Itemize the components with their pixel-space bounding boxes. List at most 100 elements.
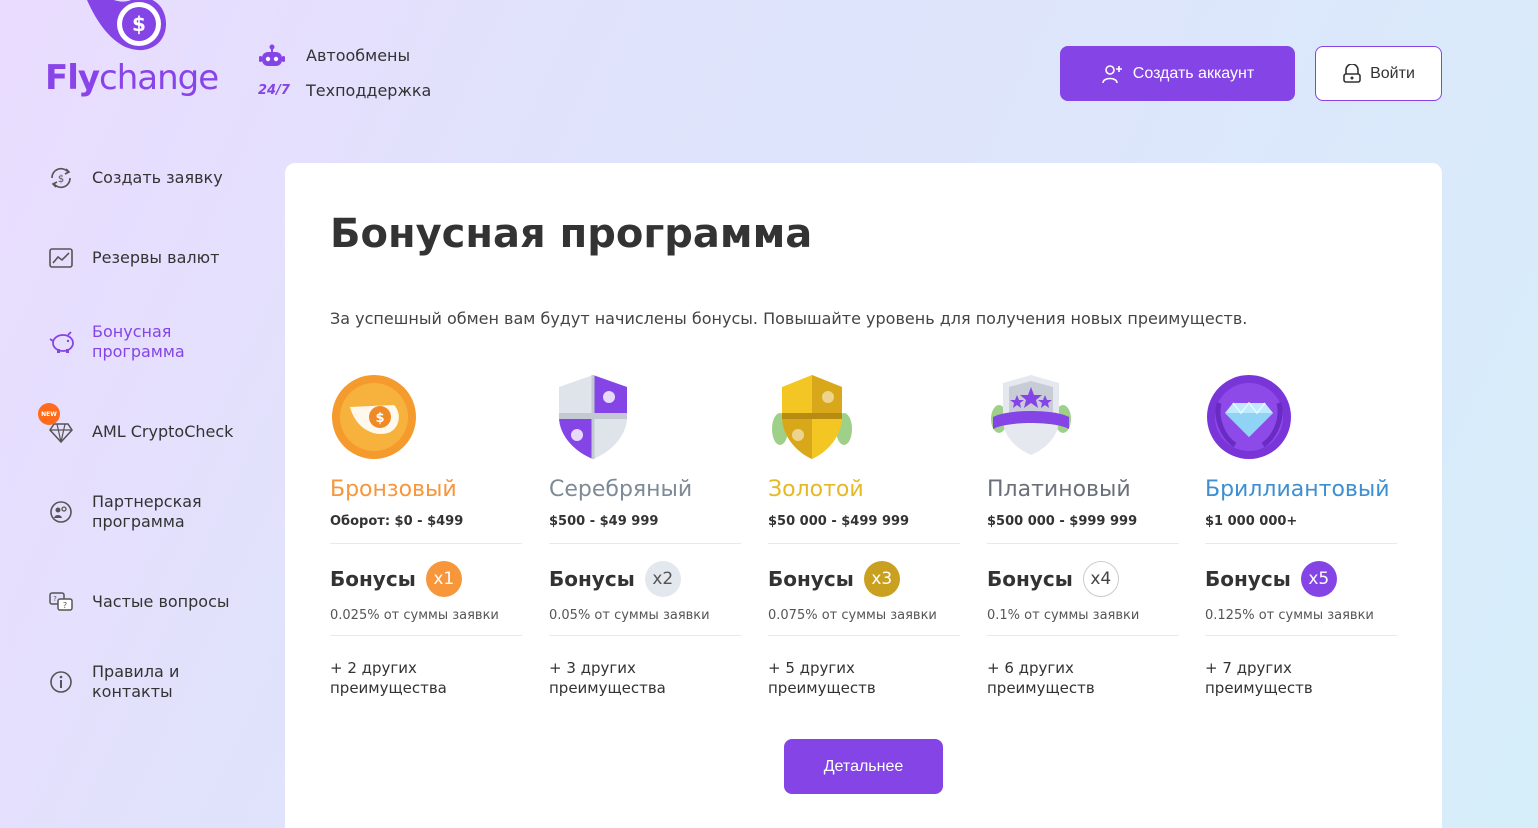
tier-name: Бриллиантовый bbox=[1205, 477, 1390, 502]
divider bbox=[549, 543, 741, 544]
silver-shield-icon bbox=[559, 375, 627, 459]
svg-text:$: $ bbox=[132, 12, 146, 36]
sidebar-item-create-request[interactable]: $ Создать заявку bbox=[48, 163, 258, 193]
bonus-label: Бонусы bbox=[549, 567, 635, 591]
login-button[interactable]: Войти bbox=[1315, 46, 1442, 101]
tier-name: Бронзовый bbox=[330, 477, 457, 502]
divider bbox=[330, 543, 522, 544]
bonus-row: Бонусы x3 bbox=[768, 560, 963, 598]
bonus-label: Бонусы bbox=[768, 567, 854, 591]
support-link[interactable]: 24/7 Техподдержка bbox=[258, 73, 431, 108]
bonus-panel: Бонусная программа За успешный обмен вам… bbox=[285, 163, 1442, 828]
sidebar-item-faq[interactable]: ? ? Частые вопросы bbox=[48, 587, 258, 617]
tier-other-benefits: + 2 других преимущества bbox=[330, 659, 447, 697]
bonus-label: Бонусы bbox=[330, 567, 416, 591]
create-account-button[interactable]: Создать аккаунт bbox=[1060, 46, 1295, 101]
tier-percent: 0.075% от суммы заявки bbox=[768, 608, 937, 623]
bonus-row: Бонусы x5 bbox=[1205, 560, 1400, 598]
page-subtitle: За успешный обмен вам будут начислены бо… bbox=[330, 309, 1248, 328]
tier-percent: 0.025% от суммы заявки bbox=[330, 608, 499, 623]
divider bbox=[549, 635, 741, 636]
sidebar-item-label: Создать заявку bbox=[92, 168, 223, 187]
tier-range: $500 000 - $999 999 bbox=[987, 514, 1138, 529]
sidebar-item-reserves[interactable]: Резервы валют bbox=[48, 243, 258, 273]
sidebar-item-rules[interactable]: Правила и контакты bbox=[48, 662, 258, 702]
tier-percent: 0.125% от суммы заявки bbox=[1205, 608, 1374, 623]
multiplier-badge: x1 bbox=[425, 561, 462, 597]
tier-silver: Серебряный $500 - $49 999 Бонусы x2 0.05… bbox=[549, 373, 744, 698]
logo-text: Flychange bbox=[45, 58, 219, 98]
sidebar-item-label: Частые вопросы bbox=[92, 592, 230, 611]
bonus-label: Бонусы bbox=[1205, 567, 1291, 591]
add-user-icon bbox=[1101, 64, 1122, 83]
platinum-badge-icon bbox=[991, 375, 1071, 455]
bonus-label: Бонусы bbox=[987, 567, 1073, 591]
flychange-logo[interactable]: $ Flychange bbox=[45, 0, 225, 100]
support-247-icon: 24/7 bbox=[258, 83, 290, 98]
tier-range: Оборот: $0 - $499 bbox=[330, 514, 464, 529]
tier-percent: 0.1% от суммы заявки bbox=[987, 608, 1140, 623]
tier-platinum: Платиновый $500 000 - $999 999 Бонусы x4… bbox=[987, 373, 1182, 698]
divider bbox=[330, 635, 522, 636]
sidebar-item-label: AML CryptoCheck bbox=[92, 422, 234, 441]
divider bbox=[1205, 635, 1397, 636]
bonus-row: Бонусы x4 bbox=[987, 560, 1182, 598]
tier-other-benefits: + 6 других преимуществ bbox=[987, 659, 1095, 697]
piggy-bank-icon bbox=[48, 327, 92, 357]
divider bbox=[987, 543, 1179, 544]
auto-exchange-link[interactable]: Автообмены bbox=[258, 38, 431, 73]
sidebar-item-label: Резервы валют bbox=[92, 248, 220, 267]
partner-icon bbox=[48, 497, 92, 527]
svg-text:$: $ bbox=[375, 411, 384, 426]
tier-range: $1 000 000+ bbox=[1205, 514, 1298, 529]
tier-name: Серебряный bbox=[549, 477, 693, 502]
multiplier-badge: x5 bbox=[1300, 561, 1337, 597]
multiplier-badge: x2 bbox=[644, 561, 681, 597]
divider bbox=[768, 543, 960, 544]
diamond-medal-icon bbox=[1207, 375, 1291, 459]
login-icon bbox=[1343, 63, 1361, 83]
tier-diamond: Бриллиантовый $1 000 000+ Бонусы x5 0.12… bbox=[1205, 373, 1400, 698]
divider bbox=[1205, 543, 1397, 544]
tier-other-benefits: + 5 других преимуществ bbox=[768, 659, 876, 697]
create-account-label: Создать аккаунт bbox=[1132, 64, 1255, 82]
robot-icon bbox=[258, 44, 294, 68]
faq-icon: ? ? bbox=[48, 587, 92, 617]
bonus-row: Бонусы x1 bbox=[330, 560, 525, 598]
bonus-row: Бонусы x2 bbox=[549, 560, 744, 598]
info-icon bbox=[48, 667, 92, 697]
svg-text:$: $ bbox=[58, 174, 64, 185]
login-label: Войти bbox=[1370, 64, 1415, 82]
sidebar-item-partner[interactable]: Партнерская программа bbox=[48, 492, 258, 532]
diamond-icon: NEW bbox=[38, 403, 92, 447]
tier-bronze: $ Бронзовый Оборот: $0 - $499 Бонусы x1 … bbox=[330, 373, 525, 698]
svg-text:?: ? bbox=[53, 595, 57, 603]
divider bbox=[987, 635, 1179, 636]
page-title: Бонусная программа bbox=[330, 211, 813, 257]
sidebar-item-label: Бонусная программа bbox=[92, 322, 185, 361]
multiplier-badge: x3 bbox=[863, 561, 900, 597]
svg-text:?: ? bbox=[63, 601, 67, 610]
tier-percent: 0.05% от суммы заявки bbox=[549, 608, 710, 623]
tier-other-benefits: + 3 других преимущества bbox=[549, 659, 666, 697]
tier-name: Золотой bbox=[768, 477, 864, 502]
top-info: Автообмены 24/7 Техподдержка bbox=[258, 38, 431, 108]
sidebar-item-bonus[interactable]: Бонусная программа bbox=[48, 322, 258, 362]
tier-gold: Золотой $50 000 - $499 999 Бонусы x3 0.0… bbox=[768, 373, 963, 698]
tier-name: Платиновый bbox=[987, 477, 1131, 502]
bronze-medal-icon: $ bbox=[332, 375, 416, 459]
details-button[interactable]: Детальнее bbox=[784, 739, 943, 794]
divider bbox=[768, 635, 960, 636]
tier-other-benefits: + 7 других преимуществ bbox=[1205, 659, 1313, 697]
exchange-dollar-icon: $ bbox=[48, 163, 92, 193]
gold-shield-icon bbox=[772, 375, 852, 459]
tier-range: $50 000 - $499 999 bbox=[768, 514, 910, 529]
new-badge: NEW bbox=[38, 403, 60, 425]
sidebar-item-label: Правила и контакты bbox=[92, 662, 180, 701]
sidebar-item-aml[interactable]: NEW AML CryptoCheck bbox=[38, 403, 258, 447]
auto-exchange-label: Автообмены bbox=[306, 46, 411, 65]
multiplier-badge: x4 bbox=[1082, 561, 1119, 597]
chart-icon bbox=[48, 243, 92, 273]
support-label: Техподдержка bbox=[306, 81, 432, 100]
sidebar-item-label: Партнерская программа bbox=[92, 492, 202, 531]
